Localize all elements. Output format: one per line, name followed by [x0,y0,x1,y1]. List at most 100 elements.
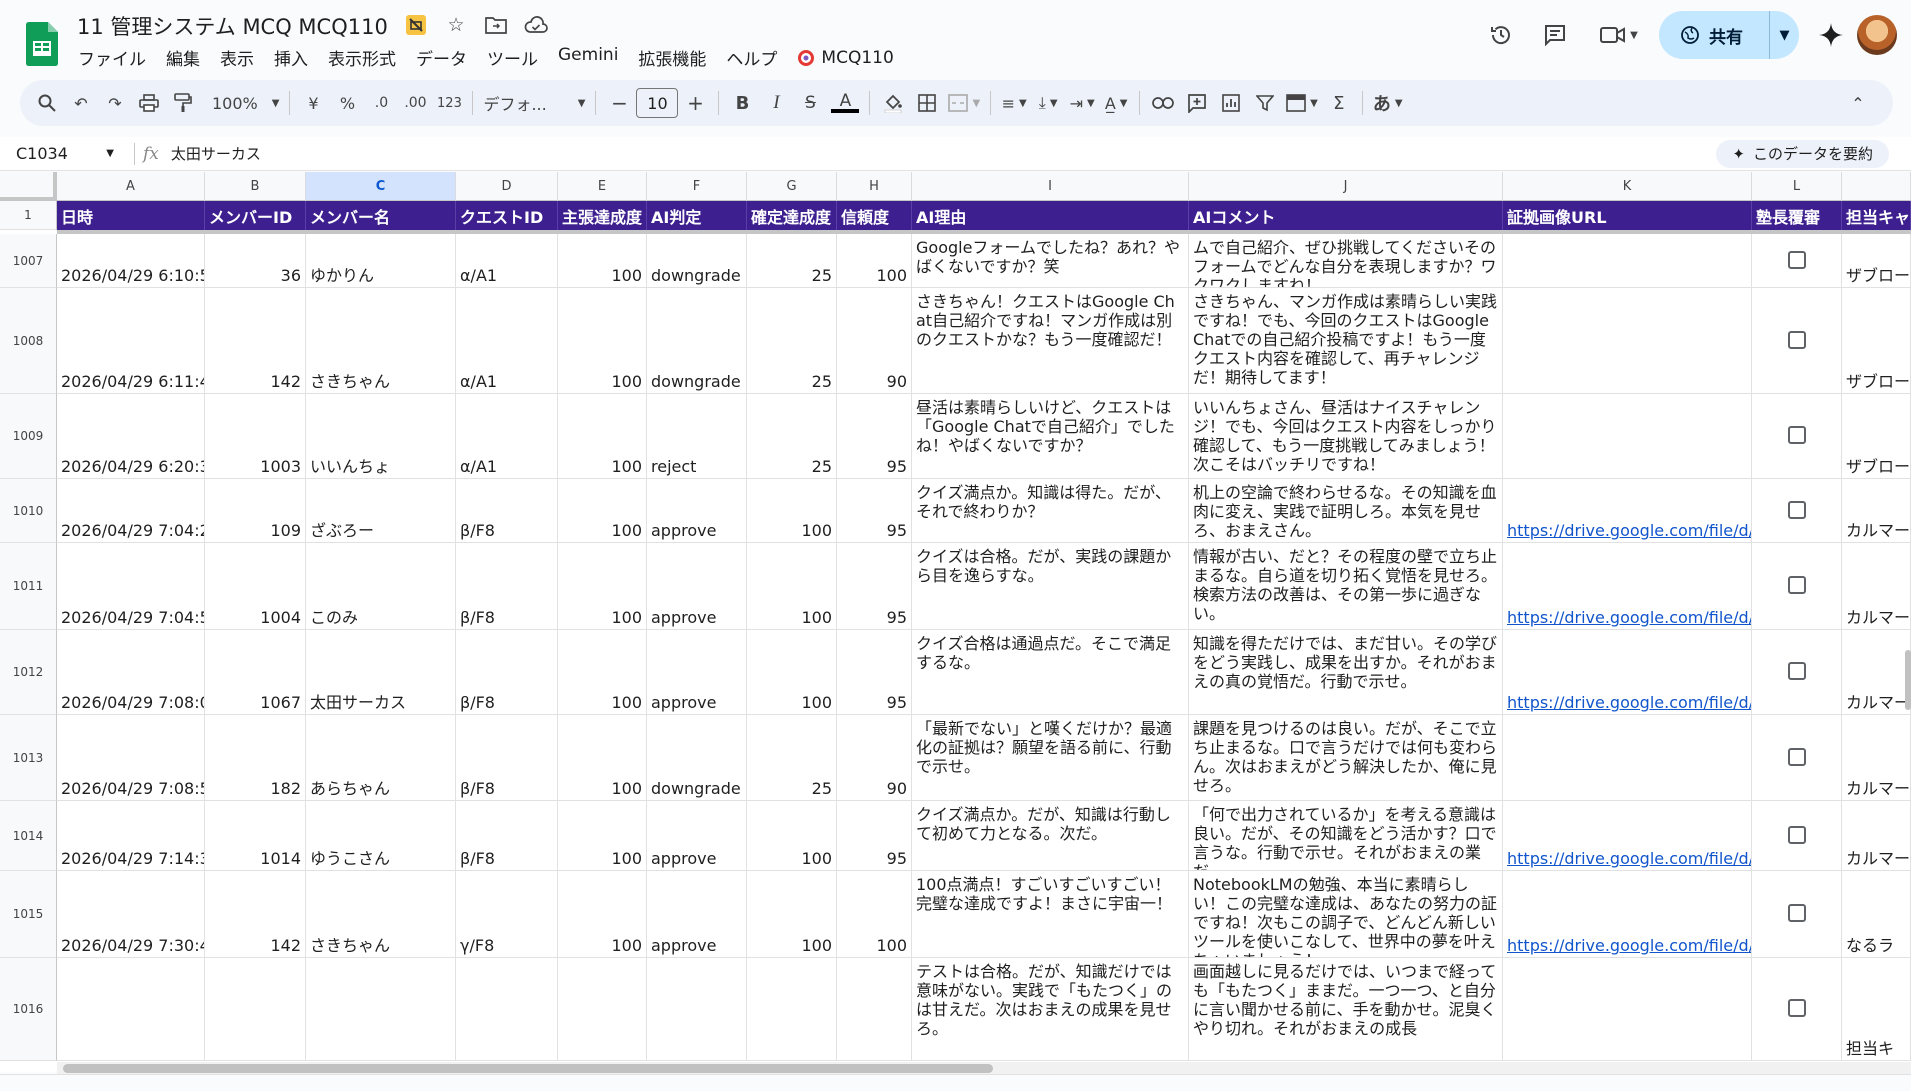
cell-final[interactable]: 100 [747,801,837,871]
row-number[interactable]: 1007 [0,234,57,288]
cell-trust[interactable] [837,958,912,1061]
row-number[interactable]: 1011 [0,543,57,630]
cell-judge[interactable]: downgrade [647,715,747,801]
cell-final[interactable]: 25 [747,394,837,479]
cell-id[interactable]: 142 [205,871,306,958]
version-history-icon[interactable] [1481,15,1521,55]
cell-id[interactable]: 142 [205,288,306,394]
column-header-f[interactable]: F [647,172,747,201]
print-icon[interactable] [132,87,166,119]
filter-views-icon[interactable]: ▼ [1282,87,1322,119]
font-size-increase-icon[interactable]: + [678,87,712,119]
cell-trust[interactable]: 100 [837,871,912,958]
cell-claim[interactable]: 100 [558,288,647,394]
cell-name[interactable]: さきちゃん [306,871,456,958]
cell-quest[interactable]: γ/F8 [456,871,558,958]
borders-icon[interactable] [910,87,944,119]
checkbox-cell[interactable] [1752,394,1842,479]
row-number[interactable]: 1014 [0,801,57,871]
cell-url[interactable] [1503,394,1752,479]
header-cell[interactable]: 信頼度 [837,201,912,230]
cell-quest[interactable] [456,958,558,1061]
cell-url[interactable]: https://drive.google.com/file/d/1XY [1503,479,1752,543]
text-color-icon[interactable]: A [827,87,863,119]
move-folder-icon[interactable] [482,11,510,39]
cell-staff[interactable]: カルマー [1842,479,1911,543]
column-header-d[interactable]: D [456,172,558,201]
cell-date[interactable]: 2026/04/29 7:08:01 [57,630,205,715]
menu-edit[interactable]: 編集 [166,45,200,70]
search-menus-icon[interactable] [30,87,64,119]
menu-mcq110[interactable]: MCQ110 [797,45,894,70]
column-header-h[interactable]: H [837,172,912,201]
meet-icon[interactable]: ▼ [1591,15,1647,55]
column-header-c[interactable]: C [306,172,456,201]
menu-insert[interactable]: 挿入 [274,45,308,70]
insert-chart-icon[interactable] [1214,87,1248,119]
checkbox-cell[interactable] [1752,543,1842,630]
row-number[interactable]: 1 [0,201,57,230]
cell-url[interactable]: https://drive.google.com/file/d/13N [1503,801,1752,871]
no-sync-icon[interactable] [402,11,430,39]
cell-staff[interactable]: カルマー [1842,801,1911,871]
cell-final[interactable]: 25 [747,288,837,394]
cell-judge[interactable]: approve [647,871,747,958]
cell-comment[interactable]: 画面越しに見るだけでは、いつまで経っても「もたつく」ままだ。一つ一つ、と自分に言… [1189,958,1503,1061]
row-number[interactable]: 1015 [0,871,57,958]
cell-trust[interactable]: 90 [837,715,912,801]
cell-reason[interactable]: 「最新でない」と嘆くだけか？最適化の証拠は？願望を語る前に、行動で示せ。 [912,715,1189,801]
filter-icon[interactable] [1248,87,1282,119]
checkbox[interactable] [1787,904,1806,922]
checkbox-cell[interactable] [1752,801,1842,871]
cell-id[interactable]: 1003 [205,394,306,479]
cell-staff[interactable]: ザブロー [1842,394,1911,479]
checkbox-cell[interactable] [1752,288,1842,394]
cell-trust[interactable]: 100 [837,234,912,288]
paint-format-icon[interactable] [166,87,200,119]
cell-url[interactable] [1503,288,1752,394]
summarize-data-button[interactable]: ✦ このデータを要約 [1716,139,1889,168]
insert-link-icon[interactable] [1146,87,1180,119]
column-header-k[interactable]: K [1503,172,1752,201]
checkbox[interactable] [1787,426,1806,444]
cell-name[interactable]: あらちゃん [306,715,456,801]
cell-date[interactable]: 2026/04/29 7:30:43 [57,871,205,958]
checkbox[interactable] [1787,330,1806,349]
sheets-logo-icon[interactable] [26,22,58,66]
column-header-l[interactable]: L [1752,172,1842,201]
cell-name[interactable] [306,958,456,1061]
cell-final[interactable]: 25 [747,715,837,801]
cell-reason[interactable]: クイズは合格。だが、実践の課題から目を逸らすな。 [912,543,1189,630]
menu-data[interactable]: データ [416,45,467,70]
cell-comment[interactable]: NotebookLMの勉強、本当に素晴らしい！この完璧な達成は、あなたの努力の証… [1189,871,1503,958]
checkbox-cell[interactable] [1752,234,1842,288]
cell-url[interactable]: https://drive.google.com/file/d/16h [1503,871,1752,958]
row-number[interactable]: 1008 [0,288,57,394]
share-dropdown-icon[interactable]: ▼ [1769,11,1799,59]
header-cell[interactable]: 主張達成度 [558,201,647,230]
cell-claim[interactable]: 100 [558,234,647,288]
row-number[interactable]: 1010 [0,479,57,543]
cell-quest[interactable]: α/A1 [456,288,558,394]
cell-name[interactable]: このみ [306,543,456,630]
cell-reason[interactable]: クイズ満点か。知識は得た。だが、それで終わりか？ [912,479,1189,543]
menu-tools[interactable]: ツール [487,45,538,70]
doc-title[interactable]: 11 管理システム MCQ MCQ110 [77,11,388,41]
star-icon[interactable]: ☆ [442,11,470,39]
formula-input[interactable]: 太田サーカス [171,143,1717,164]
cell-id[interactable]: 1067 [205,630,306,715]
cell-trust[interactable]: 95 [837,394,912,479]
cell-claim[interactable]: 100 [558,543,647,630]
cell-date[interactable]: 2026/04/29 6:11:41 [57,288,205,394]
cell-id[interactable] [205,958,306,1061]
cell-date[interactable]: 2026/04/29 7:04:51 [57,543,205,630]
cell-judge[interactable]: approve [647,543,747,630]
cell-final[interactable]: 100 [747,479,837,543]
header-cell[interactable]: クエストID [456,201,558,230]
cell-reason[interactable]: クイズ満点か。だが、知識は行動して初めて力となる。次だ。 [912,801,1189,871]
cell-staff[interactable]: カルマー [1842,543,1911,630]
cell-trust[interactable]: 95 [837,479,912,543]
cell-url[interactable] [1503,234,1752,288]
column-header-m[interactable] [1842,172,1911,201]
cell-url[interactable]: https://drive.google.com/file/d/1vT [1503,630,1752,715]
